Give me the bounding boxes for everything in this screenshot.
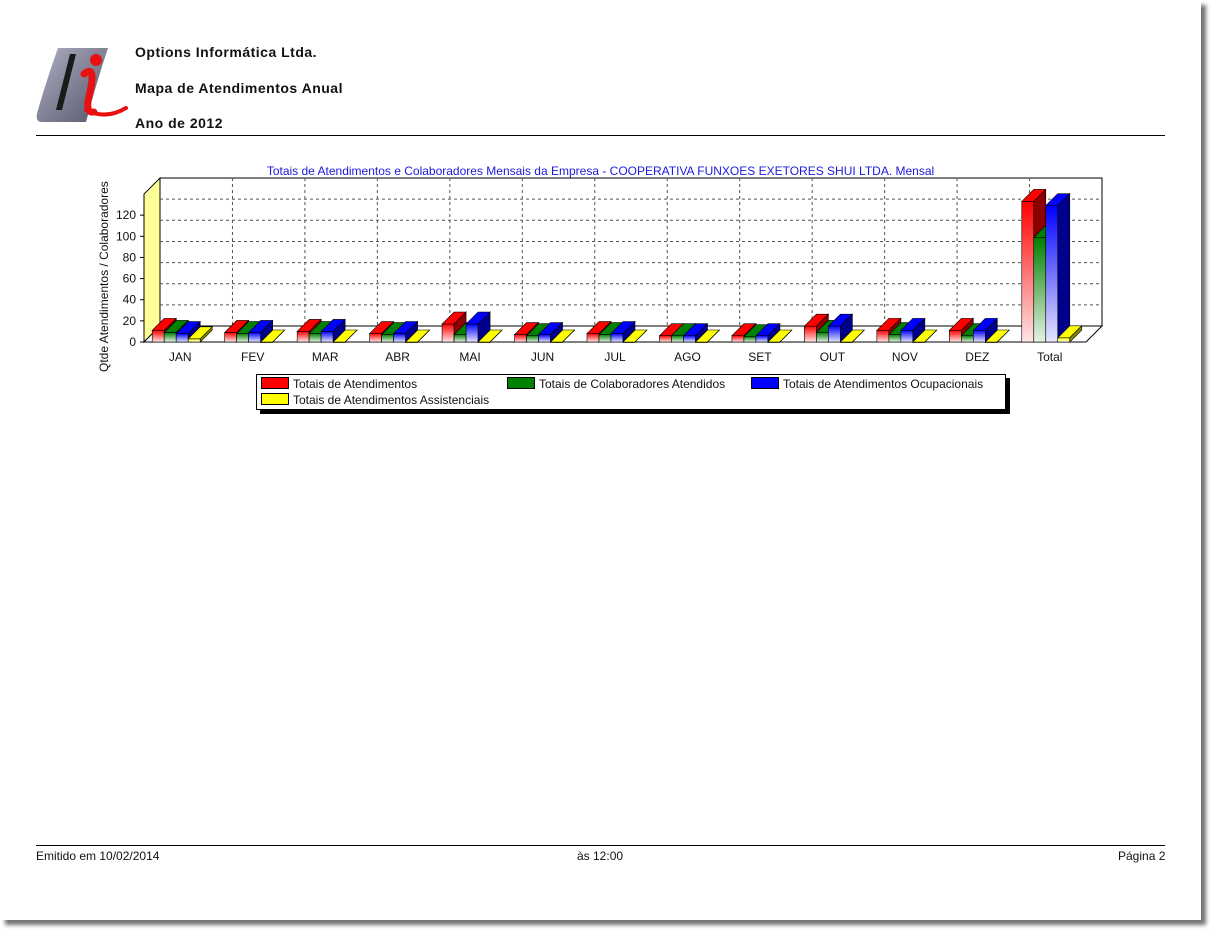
legend-item: Totais de Colaboradores Atendidos (507, 377, 725, 391)
y-tick-label: 100 (116, 229, 136, 243)
bar (973, 330, 986, 343)
x-tick-label: NOV (892, 350, 918, 364)
bar (308, 333, 322, 343)
bar (888, 334, 902, 343)
bar (659, 335, 672, 343)
footer-divider (36, 845, 1165, 846)
bar (320, 331, 334, 343)
chart-legend: Totais de Atendimentos Totais de Colabora… (256, 374, 1006, 410)
page-number: Página 2 (1118, 849, 1166, 863)
bar (755, 335, 769, 343)
bar (683, 335, 696, 343)
bar (961, 335, 974, 343)
y-tick-label: 0 (129, 335, 136, 349)
x-tick-label: JUL (604, 350, 626, 364)
bar (393, 333, 406, 343)
chart-side-wall (143, 176, 161, 344)
bar (949, 330, 962, 343)
bar (731, 335, 745, 343)
bar (187, 338, 201, 343)
x-tick-label: SET (748, 350, 772, 364)
bar (804, 325, 817, 343)
legend-swatch (507, 377, 535, 389)
bar (465, 323, 479, 343)
bar (816, 332, 829, 343)
issued-date: Emitido em 10/02/2014 (36, 849, 160, 863)
legend-label: Totais de Atendimentos Assistenciais (293, 393, 490, 407)
bar (900, 330, 914, 343)
bar (538, 334, 551, 343)
bar (224, 332, 237, 343)
report-page: Options Informática Ltda. Mapa de Atendi… (0, 0, 1201, 920)
bar (876, 330, 890, 343)
legend-item: Totais de Atendimentos Assistenciais (261, 393, 489, 407)
x-tick-label: Total (1037, 350, 1062, 364)
legend-label: Totais de Colaboradores Atendidos (539, 377, 726, 391)
bar (1033, 237, 1047, 343)
legend-item: Totais de Atendimentos Ocupacionais (751, 377, 983, 391)
chart-back-wall (159, 177, 1103, 327)
bar (610, 333, 624, 343)
legend-swatch (751, 377, 779, 389)
bar (1045, 205, 1059, 343)
x-tick-label: AGO (674, 350, 701, 364)
bar (381, 334, 394, 343)
x-tick-label: ABR (385, 350, 410, 364)
bar (453, 334, 467, 343)
bar (369, 333, 382, 343)
bar (236, 333, 249, 343)
bar (598, 334, 612, 343)
bar (1021, 201, 1035, 343)
bar (296, 331, 310, 343)
y-tick-label: 60 (123, 272, 137, 286)
issued-time: às 12:00 (577, 849, 624, 863)
x-tick-label: JAN (169, 350, 192, 364)
bar (1057, 337, 1071, 343)
bar (586, 333, 600, 343)
y-tick-label: 20 (123, 314, 137, 328)
bar (671, 335, 684, 343)
bar (163, 332, 177, 343)
x-tick-label: JUN (531, 350, 554, 364)
x-tick-label: MAR (312, 350, 339, 364)
bar (151, 330, 165, 343)
legend-item: Totais de Atendimentos (261, 377, 417, 391)
y-tick-label: 120 (116, 208, 136, 222)
x-tick-label: OUT (820, 350, 846, 364)
legend-swatch (261, 393, 289, 405)
legend-label: Totais de Atendimentos (293, 377, 418, 391)
bar (441, 323, 455, 343)
bar (175, 333, 189, 343)
bar (248, 332, 261, 343)
x-tick-label: MAI (459, 350, 480, 364)
bar (514, 334, 527, 343)
y-tick-label: 80 (123, 250, 137, 264)
legend-swatch (261, 377, 289, 389)
bar-chart: 0 20 40 60 80 100 120 JAN FEV MAR ABR MAI JUN JUL AGO S… (116, 176, 1104, 364)
y-tick-label: 40 (123, 293, 137, 307)
bar (526, 335, 539, 343)
x-tick-label: FEV (241, 350, 264, 364)
legend-label: Totais de Atendimentos Ocupacionais (783, 377, 984, 391)
bar-side (1057, 192, 1071, 343)
bar (828, 325, 841, 343)
bar (743, 336, 757, 343)
x-tick-label: DEZ (965, 350, 989, 364)
